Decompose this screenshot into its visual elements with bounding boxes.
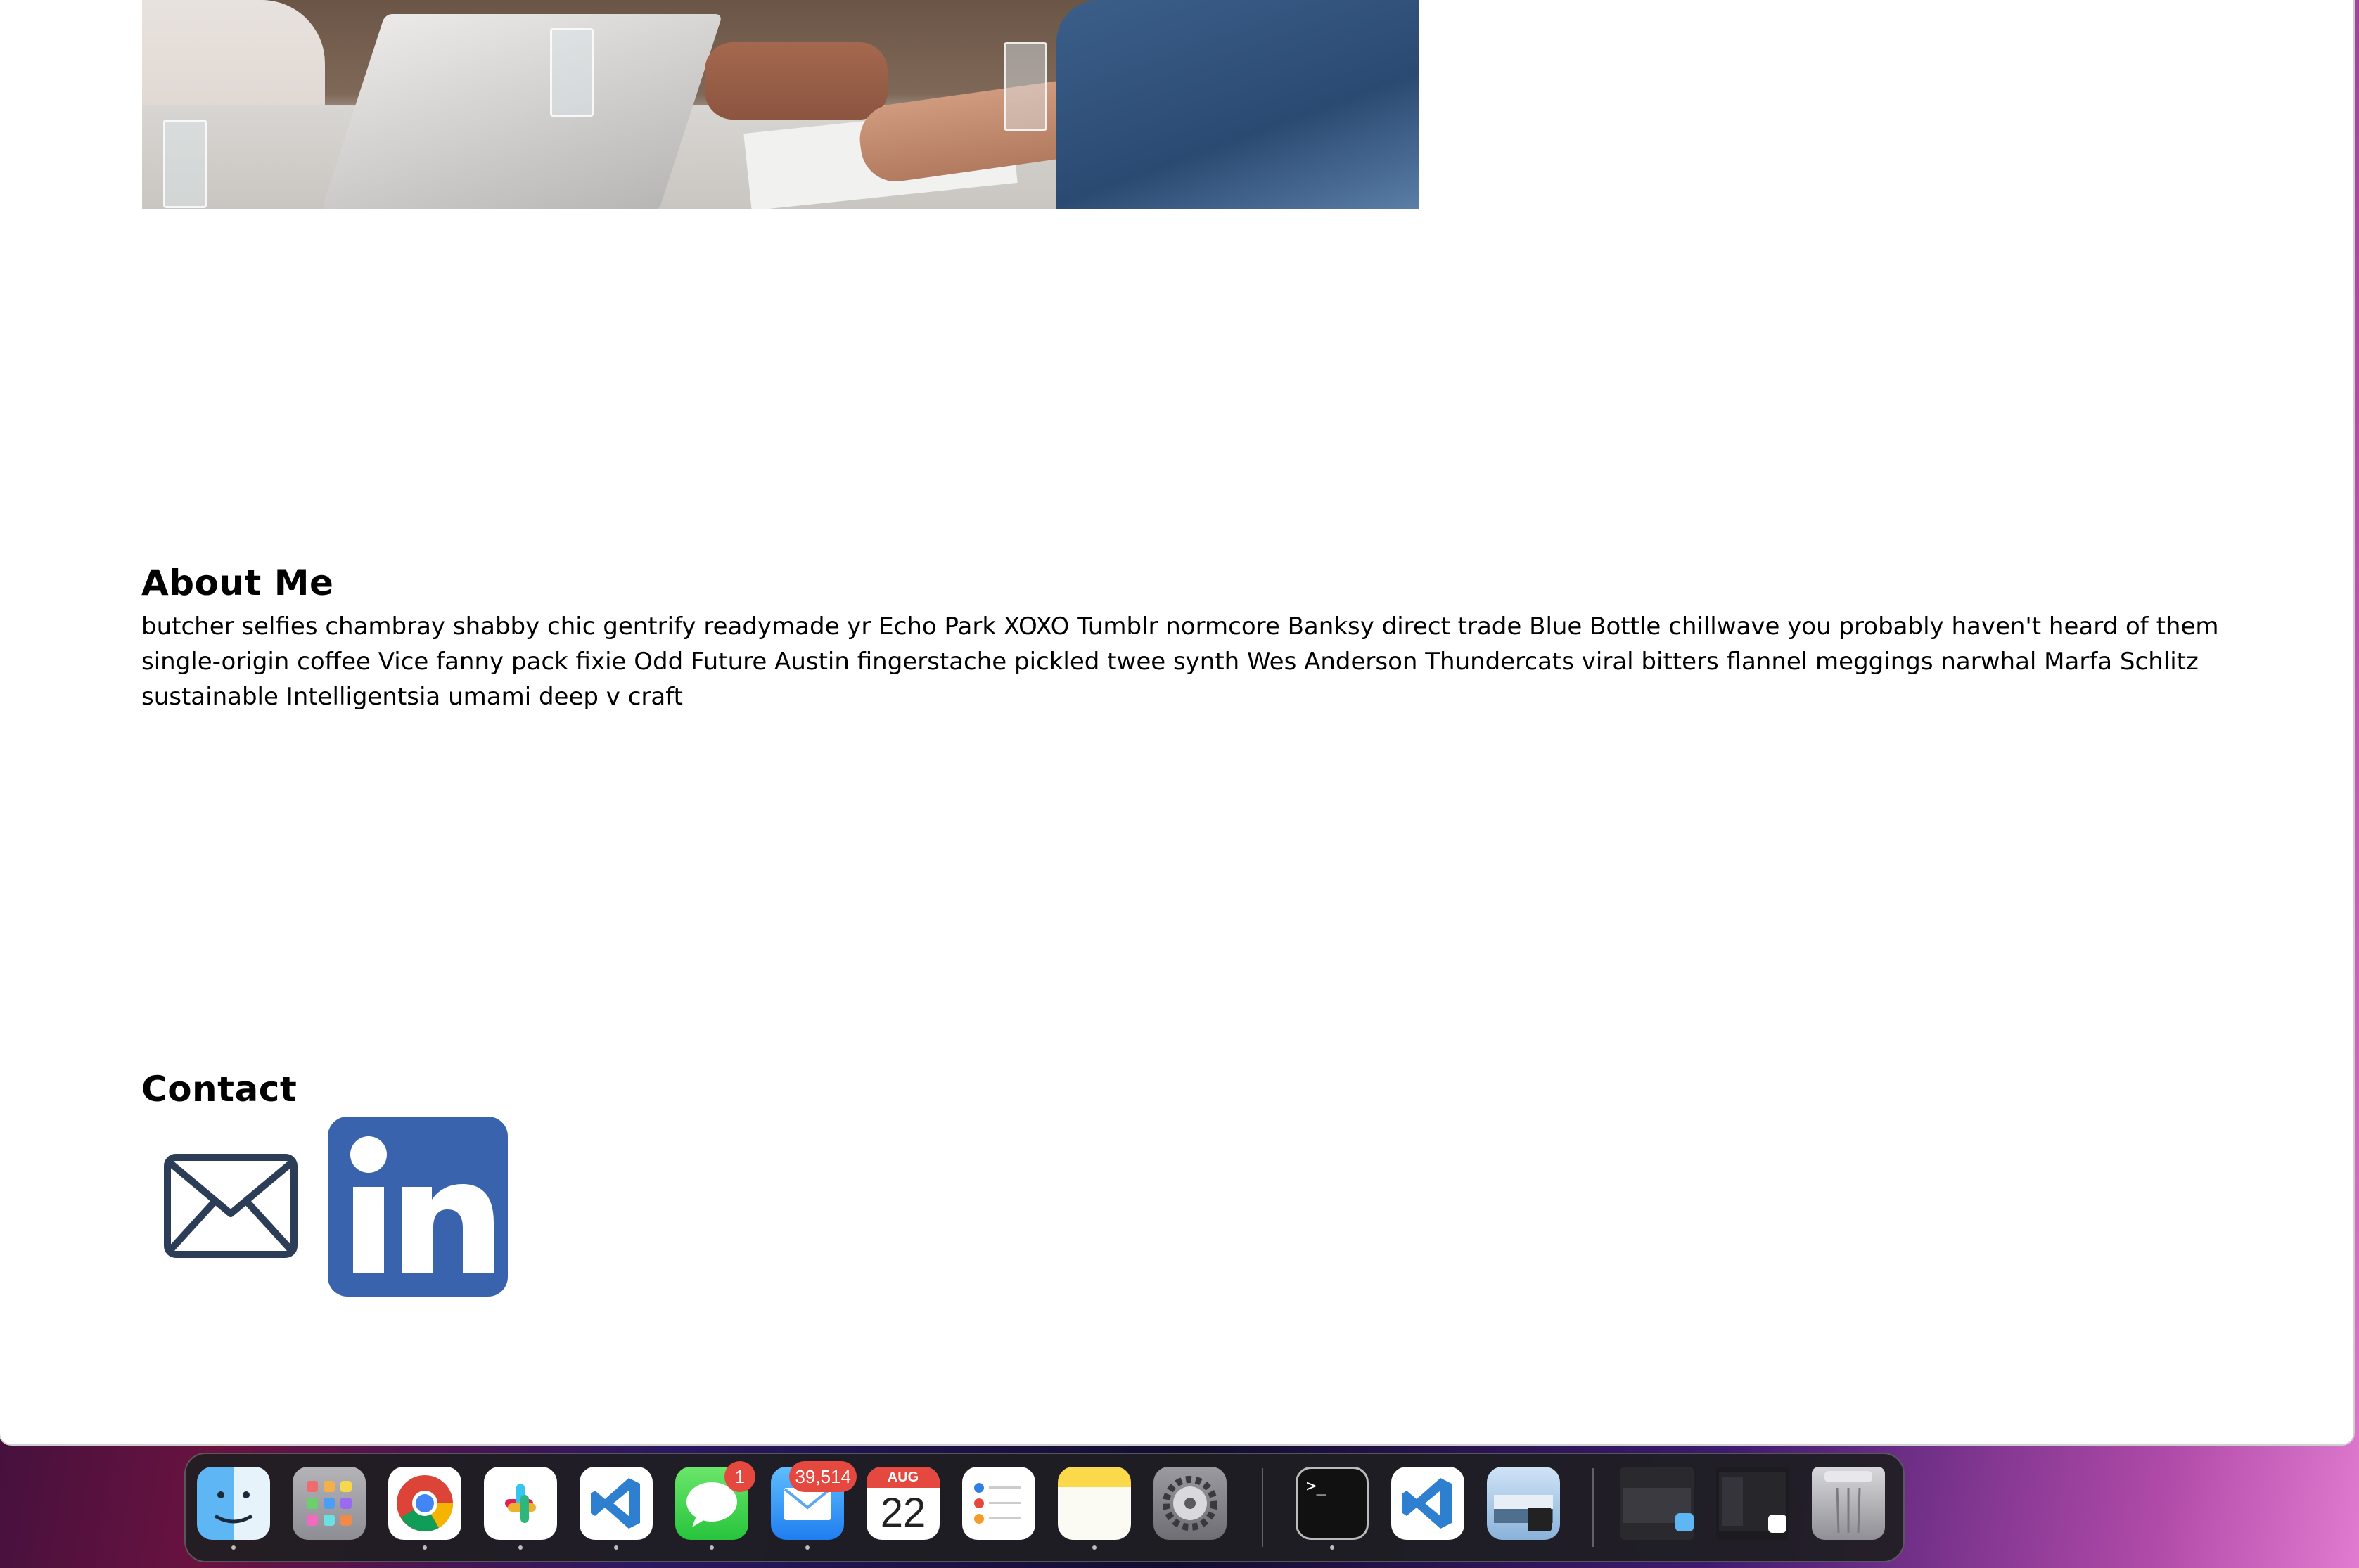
envelope-icon xyxy=(164,1154,298,1258)
reminders-icon xyxy=(974,1483,1021,1524)
gear-icon xyxy=(1163,1476,1217,1531)
email-link[interactable] xyxy=(163,1153,298,1259)
slack-icon xyxy=(505,1484,536,1523)
linkedin-icon xyxy=(350,1136,494,1273)
dock-trash[interactable] xyxy=(1812,1467,1885,1540)
dock-vscode-2[interactable] xyxy=(1391,1467,1464,1540)
about-heading: About Me xyxy=(141,563,334,603)
dock-notes[interactable] xyxy=(1058,1467,1131,1550)
meeting-photo xyxy=(142,0,1419,209)
dock-system-settings[interactable] xyxy=(1153,1467,1227,1540)
chrome-icon xyxy=(397,1475,454,1531)
linkedin-link[interactable] xyxy=(328,1117,508,1297)
photo-glass xyxy=(163,120,207,208)
photo-glass xyxy=(550,28,594,117)
calendar-month: AUG xyxy=(867,1467,940,1488)
preview-icon xyxy=(1494,1495,1553,1531)
contact-heading: Contact xyxy=(141,1069,298,1110)
dock-vscode[interactable] xyxy=(580,1467,653,1550)
vscode-icon xyxy=(1402,1478,1452,1529)
dock-recent-window-1[interactable] xyxy=(1620,1467,1694,1540)
running-indicator xyxy=(231,1545,236,1550)
calendar-day: 22 xyxy=(880,1490,926,1536)
photo-denim-shirt xyxy=(1056,0,1419,209)
running-indicator xyxy=(1330,1545,1334,1550)
dock-mail[interactable]: 39,514 xyxy=(771,1461,857,1550)
dock-recent-window-2[interactable] xyxy=(1716,1467,1789,1540)
running-indicator xyxy=(614,1545,618,1550)
browser-page: About Me butcher selfies chambray shabby… xyxy=(0,0,2353,1444)
about-paragraph: butcher selfies chambray shabby chic gen… xyxy=(141,612,2219,711)
running-indicator xyxy=(710,1545,714,1550)
dock-calendar[interactable]: AUG 22 xyxy=(867,1467,940,1540)
running-indicator xyxy=(805,1545,810,1550)
dock: 1 39,514 AUG 22 >_ xyxy=(184,1453,1905,1562)
running-indicator xyxy=(423,1545,427,1550)
photo-hand xyxy=(705,42,888,120)
finder-icon xyxy=(214,1491,253,1524)
trash-icon xyxy=(1824,1471,1872,1534)
dock-launchpad[interactable] xyxy=(293,1467,366,1540)
dock-terminal[interactable]: >_ xyxy=(1296,1467,1369,1550)
dock-separator xyxy=(1262,1468,1263,1547)
dock-preview[interactable] xyxy=(1487,1467,1560,1540)
photo-glass xyxy=(1004,42,1047,131)
dock-slack[interactable] xyxy=(484,1467,557,1550)
window-thumbnail-icon xyxy=(1719,1472,1786,1533)
terminal-prompt: >_ xyxy=(1306,1476,1326,1496)
window-thumbnail-icon xyxy=(1623,1488,1694,1531)
dock-reminders[interactable] xyxy=(962,1467,1035,1540)
vscode-icon xyxy=(591,1478,640,1529)
dock-chrome[interactable] xyxy=(388,1467,461,1550)
dock-finder[interactable] xyxy=(197,1467,270,1550)
dock-separator xyxy=(1592,1468,1594,1547)
dock-messages[interactable]: 1 xyxy=(675,1461,755,1550)
photo-laptop xyxy=(321,14,723,209)
messages-badge: 1 xyxy=(724,1461,755,1492)
running-indicator xyxy=(518,1545,523,1550)
mail-badge: 39,514 xyxy=(789,1461,857,1492)
running-indicator xyxy=(1092,1545,1097,1550)
launchpad-icon xyxy=(307,1481,352,1526)
